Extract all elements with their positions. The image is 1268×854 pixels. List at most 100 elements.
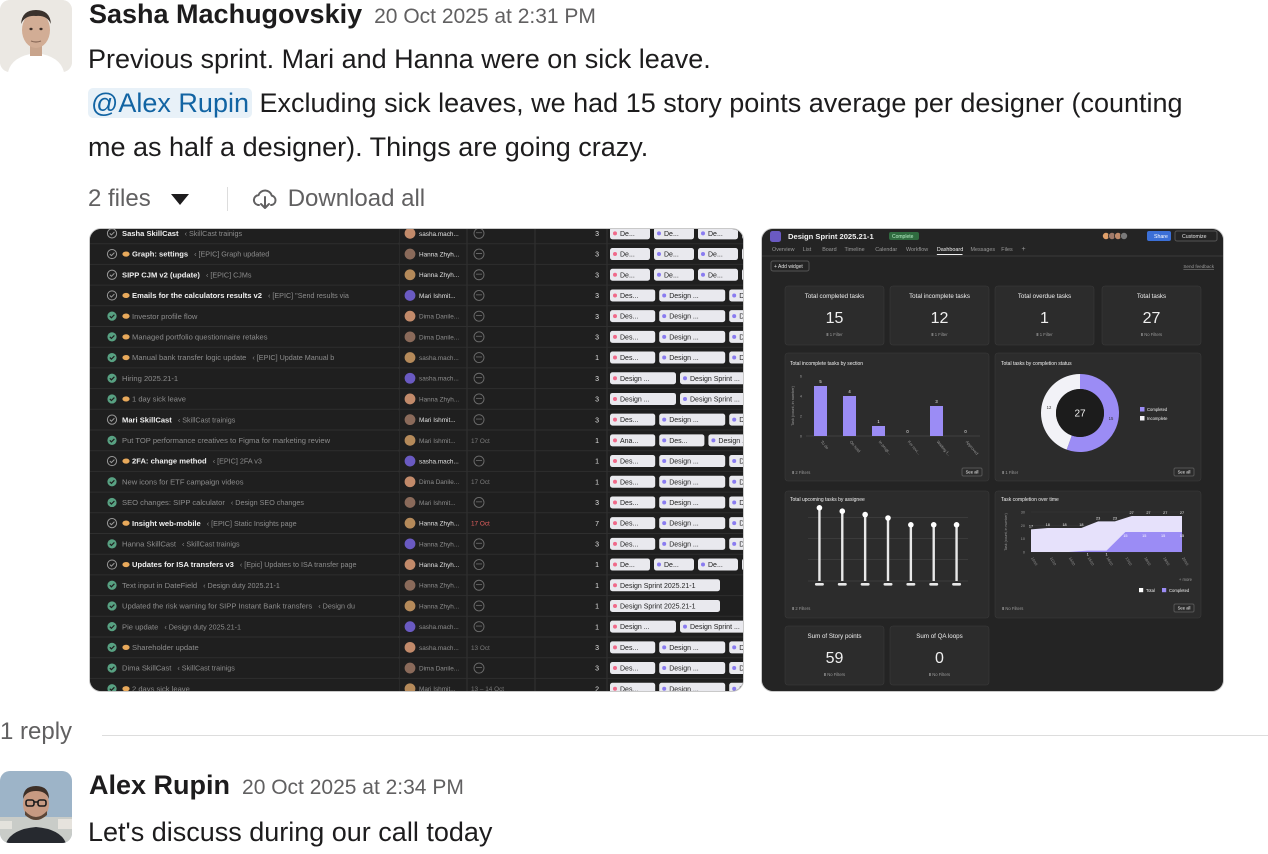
lollipop-point bbox=[908, 522, 914, 528]
tag-dot bbox=[732, 314, 737, 319]
avatar[interactable] bbox=[0, 0, 72, 72]
assignee-name: sasha.mach... bbox=[419, 645, 459, 652]
tag-dot bbox=[657, 252, 661, 257]
message-text: Previous sprint. Mari and Hanna were on … bbox=[88, 44, 711, 74]
assignee-avatar-placeholder bbox=[883, 583, 893, 586]
tag-chip: De bbox=[742, 248, 743, 260]
tag-dot bbox=[613, 645, 617, 650]
stat-filter: ⩩ No Filters bbox=[824, 672, 845, 677]
cell-mask bbox=[390, 306, 399, 326]
legend-swatch bbox=[1139, 588, 1144, 593]
tag-chip: De... bbox=[610, 229, 650, 240]
tag-chip: De... bbox=[729, 455, 743, 468]
tag-dot bbox=[732, 500, 737, 505]
bar bbox=[814, 386, 827, 436]
message-timestamp[interactable]: 20 Oct 2025 at 2:34 PM bbox=[242, 776, 464, 799]
due-date: 13 Oct bbox=[471, 645, 490, 652]
tag-dot bbox=[662, 521, 667, 526]
story-points: 1 bbox=[595, 583, 599, 590]
tag-dot bbox=[732, 417, 737, 422]
tag-label: De... bbox=[739, 645, 743, 652]
tag-chip: Design ... bbox=[659, 641, 726, 654]
tag-chip: Design Sprint 2025.21-1 bbox=[610, 599, 720, 612]
task-name: Emails for the calculators results v2 bbox=[132, 291, 262, 300]
y-axis-label: Task (count, in number) bbox=[1004, 513, 1008, 551]
tag-dot bbox=[613, 541, 617, 546]
slice-value-label: 15 bbox=[1109, 416, 1114, 421]
assignee-name: sasha.mach... bbox=[419, 624, 459, 631]
stat-value: 1 bbox=[1040, 310, 1049, 327]
tag-label: Des... bbox=[620, 314, 638, 321]
download-all-button[interactable]: Download all bbox=[252, 185, 425, 213]
files-count[interactable]: 2 files bbox=[88, 185, 151, 213]
tag-label: De... bbox=[620, 231, 635, 238]
tag-label: Des... bbox=[620, 459, 638, 466]
tag-dot bbox=[732, 645, 737, 650]
tag-chip: De bbox=[742, 269, 743, 281]
task-name: Manual bank transfer logic update bbox=[132, 353, 246, 362]
emoji-icon bbox=[122, 354, 130, 361]
cell-mask bbox=[390, 244, 399, 264]
tag-label: De... bbox=[708, 231, 723, 238]
total-value-label: 23 bbox=[1113, 516, 1117, 520]
total-value-label: 18 bbox=[1046, 523, 1050, 527]
divider bbox=[226, 187, 228, 211]
task-name: SIPP CJM v2 (update) bbox=[122, 270, 200, 279]
tag-dot bbox=[711, 438, 716, 443]
tag-dot bbox=[701, 231, 705, 236]
tag-chip: Design ... bbox=[659, 289, 726, 302]
task-name: Shareholder update bbox=[132, 643, 199, 652]
assignee-avatar bbox=[404, 352, 416, 363]
avatar-photo bbox=[0, 771, 72, 843]
author-name[interactable]: Alex Rupin bbox=[89, 770, 230, 800]
tab-messages: Messages bbox=[971, 247, 996, 253]
tag-chip: Design Sprint 2025.21-1 bbox=[610, 579, 720, 592]
tag-dot bbox=[613, 376, 617, 381]
stat-filter: ⩩ 1 Filter bbox=[1036, 332, 1053, 337]
chevron-down-icon[interactable] bbox=[170, 193, 189, 205]
assignee-avatar bbox=[404, 517, 416, 529]
total-value-label: 17 bbox=[1029, 524, 1033, 528]
message-timestamp[interactable]: 20 Oct 2025 at 2:31 PM bbox=[374, 5, 596, 28]
file-preview-dashboard[interactable]: Design Sprint 2025.21-1 Complete Share Cust… bbox=[761, 228, 1224, 692]
chart-filter: ⩩ 2 Filters bbox=[792, 470, 810, 475]
tag-label: Des... bbox=[620, 666, 638, 673]
tag-label: Des... bbox=[620, 500, 638, 507]
task-name: Updated the risk warning for SIPP Instan… bbox=[122, 602, 312, 611]
message-text: Let's discuss during our call today bbox=[88, 817, 493, 847]
author-name[interactable]: Sasha Machugovskiy bbox=[89, 0, 362, 29]
tag-chip: Design ... bbox=[708, 434, 743, 447]
stat-label: Sum of QA loops bbox=[916, 633, 962, 640]
tag-chip: Des... bbox=[610, 455, 656, 468]
tag-chip: Design Sprint ... bbox=[680, 372, 743, 385]
lollipop-point bbox=[862, 511, 868, 518]
user-mention[interactable]: @Alex Rupin bbox=[88, 88, 252, 118]
total-value-label: 27 bbox=[1146, 511, 1150, 515]
task-complete-icon bbox=[107, 663, 117, 673]
task-name: 2 days sick leave bbox=[132, 684, 190, 691]
tag-label: De... bbox=[708, 252, 723, 259]
story-points: 3 bbox=[595, 417, 599, 424]
tag-label: Des... bbox=[669, 438, 687, 445]
task-name: Updates for ISA transfers v3 bbox=[132, 560, 234, 569]
avatar[interactable] bbox=[0, 771, 72, 843]
stat-value: 27 bbox=[1143, 310, 1161, 327]
story-points: 3 bbox=[595, 231, 599, 238]
story-points: 3 bbox=[595, 252, 599, 259]
task-parent: ‹ [EPIC] 2FA v3 bbox=[213, 457, 262, 466]
assignee-avatar bbox=[404, 559, 416, 570]
task-parent: ‹ SkillCast trainigs bbox=[177, 664, 235, 673]
y-tick-label: 2 bbox=[800, 415, 802, 419]
cell-mask bbox=[390, 368, 399, 388]
y-tick-label: 10 bbox=[1021, 537, 1025, 541]
tag-label: De... bbox=[739, 355, 743, 362]
tag-dot bbox=[613, 562, 617, 567]
chart-title: Task completion over time bbox=[1001, 497, 1059, 503]
reply-count[interactable]: 1 reply bbox=[0, 718, 72, 746]
tag-dot bbox=[701, 252, 705, 257]
tag-chip: De... bbox=[654, 558, 694, 571]
tag-label: De... bbox=[739, 459, 743, 466]
tag-chip: Design ... bbox=[659, 537, 726, 550]
assignee-name: Hanna Zhyh... bbox=[419, 272, 459, 279]
file-preview-task-list[interactable]: Sasha SkillCast ‹ SkillCast trainigs sasha… bbox=[89, 228, 744, 692]
